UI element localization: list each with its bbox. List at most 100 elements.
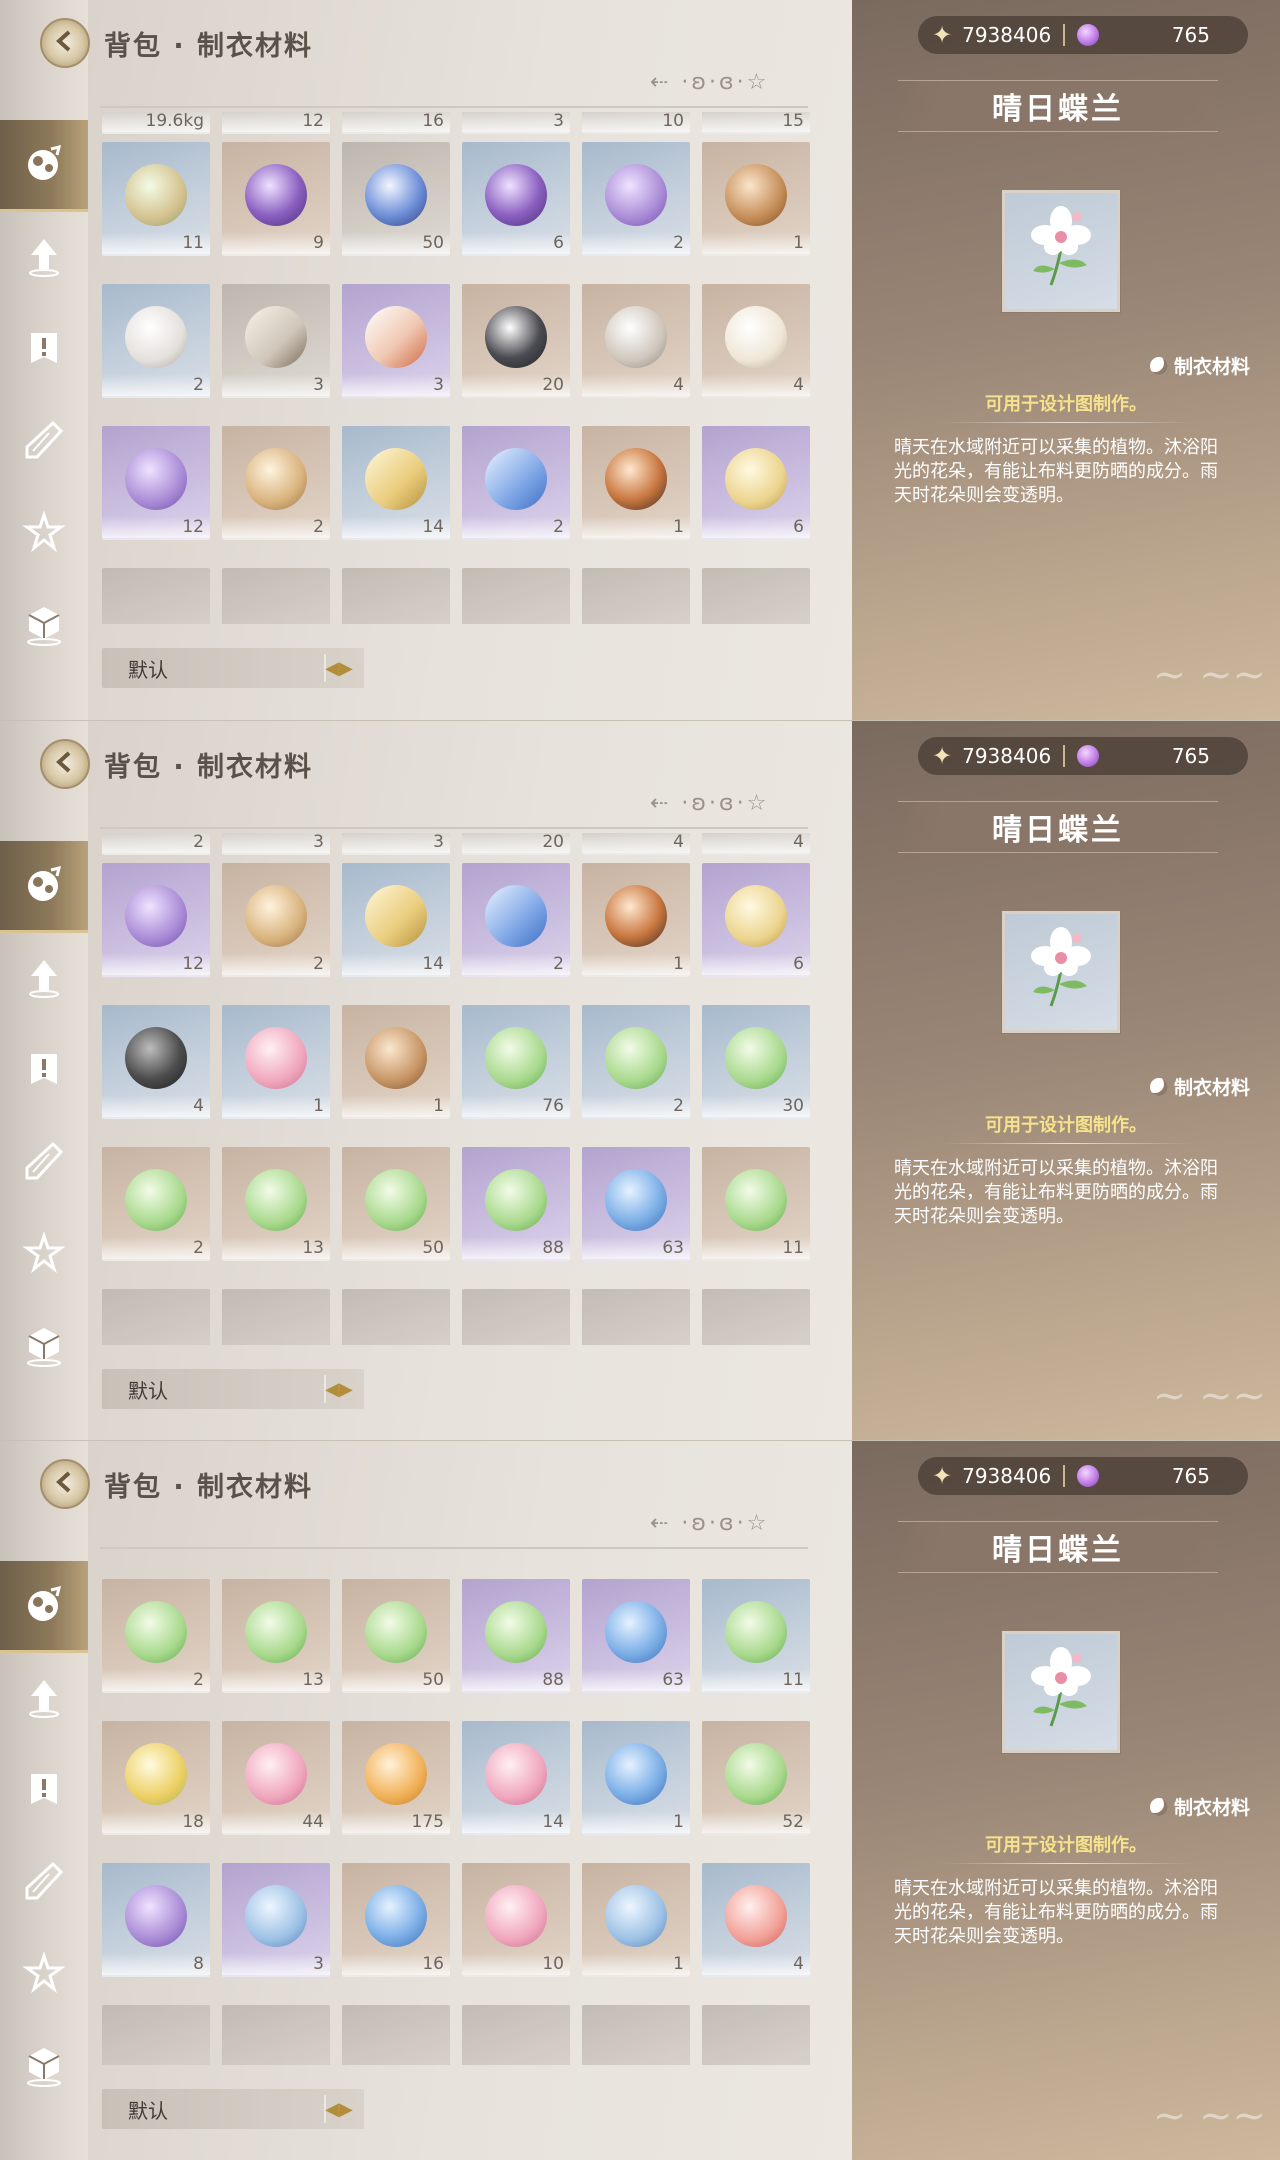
item-slot[interactable]: 175 (342, 1721, 450, 1835)
item-slot[interactable]: 3 (222, 1863, 330, 1977)
item-slot[interactable]: 1 (702, 142, 810, 256)
nav-quest-tab[interactable] (0, 1025, 88, 1117)
item-slot[interactable]: 88 (462, 1147, 570, 1261)
sort-dropdown[interactable]: 默认 ◀▶ (102, 648, 364, 688)
nav-cube-tab[interactable] (0, 2021, 88, 2113)
item-slot[interactable]: 20 (462, 833, 570, 855)
nav-crystal-tab[interactable] (0, 1117, 88, 1209)
item-slot[interactable]: 2 (222, 426, 330, 540)
nav-star-tab[interactable] (0, 1209, 88, 1301)
item-slot[interactable] (702, 568, 810, 624)
sort-toggle-icon[interactable]: ◀▶ (324, 1375, 353, 1403)
item-slot[interactable]: 1 (342, 1005, 450, 1119)
item-slot[interactable]: 1 (582, 426, 690, 540)
item-slot[interactable]: 6 (702, 863, 810, 977)
item-slot[interactable]: 50 (342, 142, 450, 256)
item-slot[interactable]: 18 (102, 1721, 210, 1835)
sort-dropdown[interactable]: 默认 ◀▶ (102, 2089, 364, 2129)
nav-star-tab[interactable] (0, 1929, 88, 2021)
item-slot[interactable]: 10 (462, 1863, 570, 1977)
item-slot[interactable] (462, 2005, 570, 2065)
item-slot[interactable] (222, 568, 330, 624)
item-slot[interactable]: 88 (462, 1579, 570, 1693)
item-slot[interactable]: 52 (702, 1721, 810, 1835)
item-slot[interactable]: 4 (702, 284, 810, 398)
nav-materials-tab[interactable] (0, 841, 88, 933)
item-slot[interactable]: 11 (102, 142, 210, 256)
item-slot[interactable] (582, 2005, 690, 2065)
back-button[interactable] (40, 739, 90, 789)
item-slot[interactable]: 4 (102, 1005, 210, 1119)
nav-materials-tab[interactable] (0, 120, 88, 212)
item-slot[interactable]: 9 (222, 142, 330, 256)
item-slot[interactable]: 50 (342, 1579, 450, 1693)
nav-star-tab[interactable] (0, 488, 88, 580)
item-slot[interactable] (102, 2005, 210, 2065)
item-slot[interactable]: 3 (462, 112, 570, 134)
item-slot[interactable]: 15 (702, 112, 810, 134)
item-slot[interactable]: 2 (462, 863, 570, 977)
item-slot[interactable] (102, 1289, 210, 1345)
nav-upgrade-tab[interactable] (0, 1653, 88, 1745)
back-button[interactable] (40, 18, 90, 68)
nav-crystal-tab[interactable] (0, 396, 88, 488)
sort-order-icon[interactable]: ⇠ ·ʚ·ɞ·☆ (650, 1511, 769, 1536)
item-slot[interactable]: 3 (342, 833, 450, 855)
item-slot[interactable]: 16 (342, 1863, 450, 1977)
item-slot[interactable]: 4 (582, 284, 690, 398)
item-slot[interactable] (102, 568, 210, 624)
item-slot[interactable]: 19.6kg (102, 112, 210, 134)
item-slot[interactable]: 76 (462, 1005, 570, 1119)
item-slot[interactable]: 1 (582, 863, 690, 977)
item-slot[interactable]: 2 (102, 284, 210, 398)
sort-dropdown[interactable]: 默认 ◀▶ (102, 1369, 364, 1409)
item-slot[interactable]: 20 (462, 284, 570, 398)
item-slot[interactable] (342, 568, 450, 624)
sort-toggle-icon[interactable]: ◀▶ (324, 2095, 353, 2123)
sort-toggle-icon[interactable]: ◀▶ (324, 654, 353, 682)
item-slot[interactable]: 14 (342, 863, 450, 977)
item-slot[interactable]: 6 (702, 426, 810, 540)
item-slot[interactable]: 3 (222, 833, 330, 855)
item-slot[interactable]: 2 (102, 833, 210, 855)
item-slot[interactable]: 3 (342, 284, 450, 398)
item-slot[interactable]: 2 (582, 142, 690, 256)
nav-upgrade-tab[interactable] (0, 212, 88, 304)
nav-materials-tab[interactable] (0, 1561, 88, 1653)
item-slot[interactable] (462, 568, 570, 624)
item-slot[interactable] (222, 1289, 330, 1345)
item-slot[interactable]: 13 (222, 1579, 330, 1693)
item-slot[interactable]: 11 (702, 1147, 810, 1261)
item-slot[interactable]: 4 (702, 1863, 810, 1977)
item-slot[interactable]: 13 (222, 1147, 330, 1261)
nav-quest-tab[interactable] (0, 1745, 88, 1837)
nav-cube-tab[interactable] (0, 1301, 88, 1393)
item-slot[interactable] (342, 2005, 450, 2065)
item-slot[interactable]: 2 (222, 863, 330, 977)
item-slot[interactable]: 1 (582, 1863, 690, 1977)
item-slot[interactable] (582, 568, 690, 624)
item-slot[interactable] (222, 2005, 330, 2065)
nav-quest-tab[interactable] (0, 304, 88, 396)
item-slot[interactable]: 2 (462, 426, 570, 540)
item-slot[interactable]: 4 (702, 833, 810, 855)
item-slot[interactable]: 14 (342, 426, 450, 540)
item-slot[interactable]: 1 (582, 1721, 690, 1835)
item-slot[interactable]: 3 (222, 284, 330, 398)
item-slot[interactable] (702, 1289, 810, 1345)
item-slot[interactable] (342, 1289, 450, 1345)
item-slot[interactable] (702, 2005, 810, 2065)
item-slot[interactable]: 16 (342, 112, 450, 134)
item-slot[interactable]: 6 (462, 142, 570, 256)
sort-order-icon[interactable]: ⇠ ·ʚ·ɞ·☆ (650, 791, 769, 816)
nav-cube-tab[interactable] (0, 580, 88, 672)
back-button[interactable] (40, 1459, 90, 1509)
item-slot[interactable]: 12 (102, 863, 210, 977)
item-slot[interactable]: 63 (582, 1147, 690, 1261)
item-slot[interactable]: 30 (702, 1005, 810, 1119)
nav-upgrade-tab[interactable] (0, 933, 88, 1025)
nav-crystal-tab[interactable] (0, 1837, 88, 1929)
item-slot[interactable] (462, 1289, 570, 1345)
sort-order-icon[interactable]: ⇠ ·ʚ·ɞ·☆ (650, 70, 769, 95)
item-slot[interactable]: 8 (102, 1863, 210, 1977)
